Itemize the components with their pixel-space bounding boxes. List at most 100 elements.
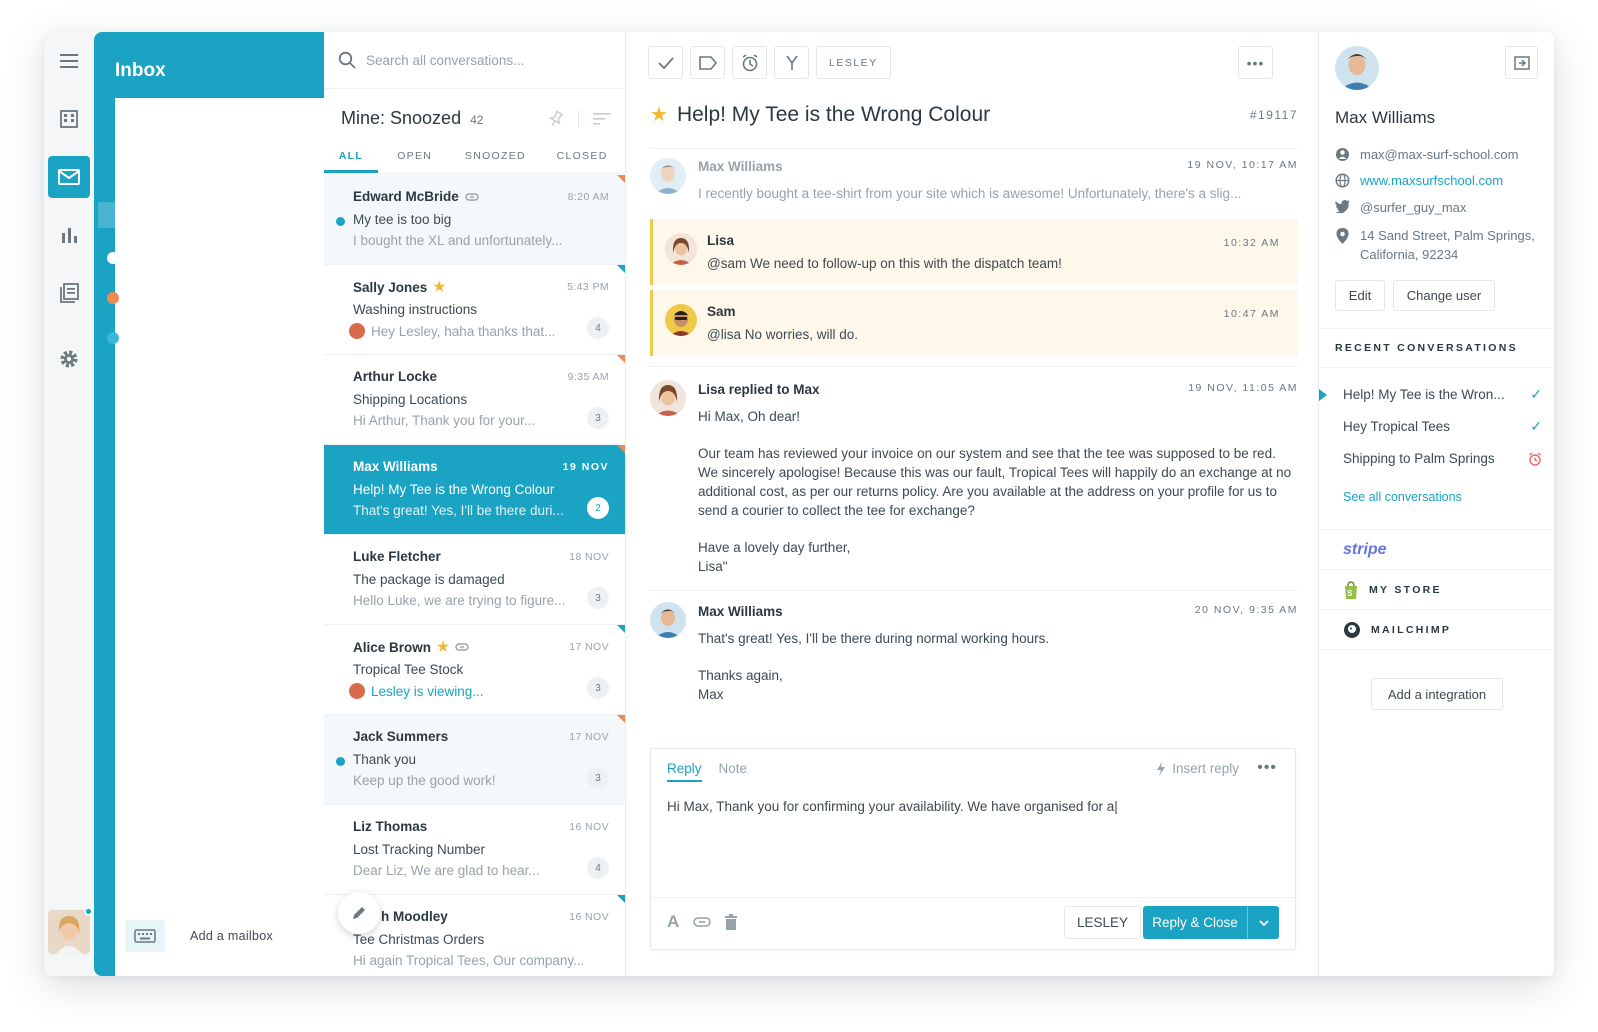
- collapse-panel-button[interactable]: [1505, 46, 1538, 79]
- conversation-item[interactable]: Edward McBride 8:20 AM My tee is too big…: [324, 175, 625, 265]
- more-options-button[interactable]: •••: [1238, 46, 1273, 79]
- internal-note: Lisa 10:32 AM @sam We need to follow-up …: [650, 219, 1298, 285]
- insert-reply-button[interactable]: Insert reply: [1156, 761, 1239, 776]
- mailbox-count: 77: [289, 330, 306, 345]
- conversation-item[interactable]: Sally Jones ★ 5:43 PM Washing instruction…: [324, 265, 625, 355]
- agent-avatar: [349, 683, 365, 699]
- tab-closed[interactable]: CLOSED: [539, 150, 625, 173]
- change-user-button[interactable]: Change user: [1393, 280, 1495, 311]
- reply-tab[interactable]: Reply: [667, 761, 702, 782]
- priority-flag: [617, 625, 625, 633]
- user-avatar[interactable]: [48, 910, 90, 954]
- add-mailbox-button[interactable]: Add a mailbox: [175, 920, 288, 952]
- attachment-link-icon[interactable]: [693, 917, 712, 927]
- assignee-button[interactable]: LESLEY: [816, 46, 891, 79]
- note-tab[interactable]: Note: [719, 761, 748, 782]
- add-integration-button[interactable]: Add a integration: [1371, 678, 1503, 710]
- customer-panel: Max Williams max@max-surf-school.com www…: [1318, 32, 1554, 976]
- globe-icon: [1335, 173, 1350, 188]
- knowledge-base-icon[interactable]: [48, 272, 90, 314]
- internal-note: Sam 10:47 AM @lisa No worries, will do.: [650, 290, 1298, 356]
- shopify-bag-icon: S: [1345, 580, 1357, 599]
- edit-customer-button[interactable]: Edit: [1335, 280, 1385, 311]
- folder-unassigned[interactable]: unassigned 981: [128, 183, 306, 195]
- customer-email: max@max-surf-school.com: [1335, 145, 1544, 164]
- divider: [1319, 367, 1554, 368]
- integration-my-store[interactable]: S MY STORE: [1319, 569, 1554, 609]
- conversation-time: 8:20 AM: [567, 191, 609, 203]
- unread-dot: [336, 217, 345, 226]
- conversation-preview: Dear Liz, We are glad to hear...: [353, 863, 540, 878]
- star-icon[interactable]: ★: [650, 102, 668, 127]
- sort-icon[interactable]: [593, 112, 611, 125]
- pin-icon[interactable]: [548, 109, 564, 128]
- composer-more-icon[interactable]: •••: [1257, 759, 1277, 777]
- my-conversations-label: My conversations: [115, 562, 242, 578]
- conversation-item[interactable]: Jack Summers 17 NOV Thank you Keep up th…: [324, 715, 625, 805]
- see-all-conversations-link[interactable]: See all conversations: [1343, 490, 1462, 504]
- trash-icon[interactable]: [725, 914, 738, 930]
- move-button[interactable]: [774, 46, 809, 79]
- divider: [1319, 649, 1554, 650]
- website-link[interactable]: www.maxsurfschool.com: [1360, 171, 1503, 190]
- assignee-selector[interactable]: LESLEY: [1063, 906, 1141, 939]
- location-pin-icon: [1336, 228, 1349, 244]
- reply-textarea[interactable]: Hi Max, Thank you for confirming your av…: [667, 799, 1118, 814]
- mailbox-groove-support[interactable]: Groove support 872: [107, 290, 306, 305]
- conversation-item[interactable]: Alice Brown ★ 17 NOV Tropical Tee Stock L…: [324, 625, 625, 715]
- mailbox-dot-icon: [107, 331, 119, 344]
- conversation-subject: Lost Tracking Number: [353, 842, 486, 857]
- recent-conversation-item[interactable]: Help! My Tee is the Wron... ✓: [1343, 386, 1542, 403]
- reply-close-button[interactable]: Reply & Close: [1143, 906, 1279, 939]
- conversation-item[interactable]: Liz Thomas 16 NOV Lost Tracking Number D…: [324, 805, 625, 895]
- mailbox-all[interactable]: All mailboxes 872: [107, 250, 306, 265]
- exit-icon: [1513, 55, 1530, 70]
- conversation-item[interactable]: Arthur Locke 9:35 AM Shipping Locations …: [324, 355, 625, 445]
- message-paragraph: Thanks again,: [698, 668, 783, 683]
- my-conversations-item[interactable]: My conversations 993: [115, 98, 345, 976]
- reports-bar-chart-icon[interactable]: [48, 214, 90, 256]
- building-icon[interactable]: [48, 98, 90, 140]
- search-bar[interactable]: Search all conversations...: [324, 32, 625, 89]
- recent-conversation-item[interactable]: Hey Tropical Tees ✓: [1343, 418, 1542, 435]
- composer-footer: A LESLEY Reply & Close: [651, 897, 1295, 949]
- mailbox-label: Groove support: [127, 290, 232, 305]
- menu-icon[interactable]: [48, 40, 90, 82]
- folder-mine[interactable]: Mine 12: [128, 131, 306, 143]
- tab-open[interactable]: OPEN: [378, 150, 452, 173]
- current-conversation-caret-icon: [1319, 389, 1327, 401]
- conversation-subject: Washing instructions: [353, 302, 478, 317]
- integration-stripe[interactable]: stripe: [1319, 529, 1554, 569]
- folder-closed[interactable]: Closed 104489: [98, 202, 324, 228]
- message-collapsed[interactable]: Max Williams 19 NOV, 10:17 AM I recently …: [650, 158, 1298, 201]
- tab-snoozed[interactable]: SNOOZED: [452, 150, 540, 173]
- priority-flag: [617, 265, 625, 273]
- search-icon: [338, 51, 356, 69]
- divider: [650, 148, 1298, 149]
- conversation-subject: Tropical Tee Stock: [353, 662, 464, 677]
- mailbox-lesley-groove[interactable]: Lesley @ Groove 77: [107, 330, 306, 345]
- conversation-item[interactable]: Luke Fletcher 18 NOV The package is dama…: [324, 535, 625, 625]
- inbox-mail-icon[interactable]: [48, 156, 90, 198]
- compose-button[interactable]: [338, 892, 380, 934]
- message-body: That's great! Yes, I'll be there during …: [698, 629, 1298, 704]
- tab-all[interactable]: ALL: [324, 150, 378, 173]
- chevron-down-icon[interactable]: [1247, 906, 1279, 939]
- close-conversation-button[interactable]: [648, 46, 683, 79]
- message-reply: Lisa replied to Max 19 NOV, 11:05 AM Hi M…: [650, 380, 1298, 580]
- note-author: Lisa: [707, 233, 735, 248]
- integration-mailchimp[interactable]: MAILCHIMP: [1319, 609, 1554, 649]
- keyboard-shortcuts-button[interactable]: [125, 920, 165, 952]
- text-format-icon[interactable]: A: [667, 912, 679, 932]
- tag-button[interactable]: [690, 46, 725, 79]
- customer-name: h Moodley: [381, 909, 448, 924]
- settings-gear-icon[interactable]: [48, 338, 90, 380]
- recent-conversation-item[interactable]: Shipping to Palm Springs: [1343, 451, 1542, 466]
- folder-my-mentions[interactable]: My mentions 0: [128, 157, 306, 169]
- message-sender: Lisa replied to Max: [698, 382, 820, 397]
- conversation-item-selected[interactable]: Max Williams 19 NOV Help! My Tee is the …: [324, 445, 625, 535]
- note-body: @sam We need to follow-up on this with t…: [707, 256, 1062, 271]
- conversation-preview: Hello Luke, we are trying to figure...: [353, 593, 566, 608]
- folder-label: unassigned: [128, 183, 195, 195]
- snooze-button[interactable]: [732, 46, 767, 79]
